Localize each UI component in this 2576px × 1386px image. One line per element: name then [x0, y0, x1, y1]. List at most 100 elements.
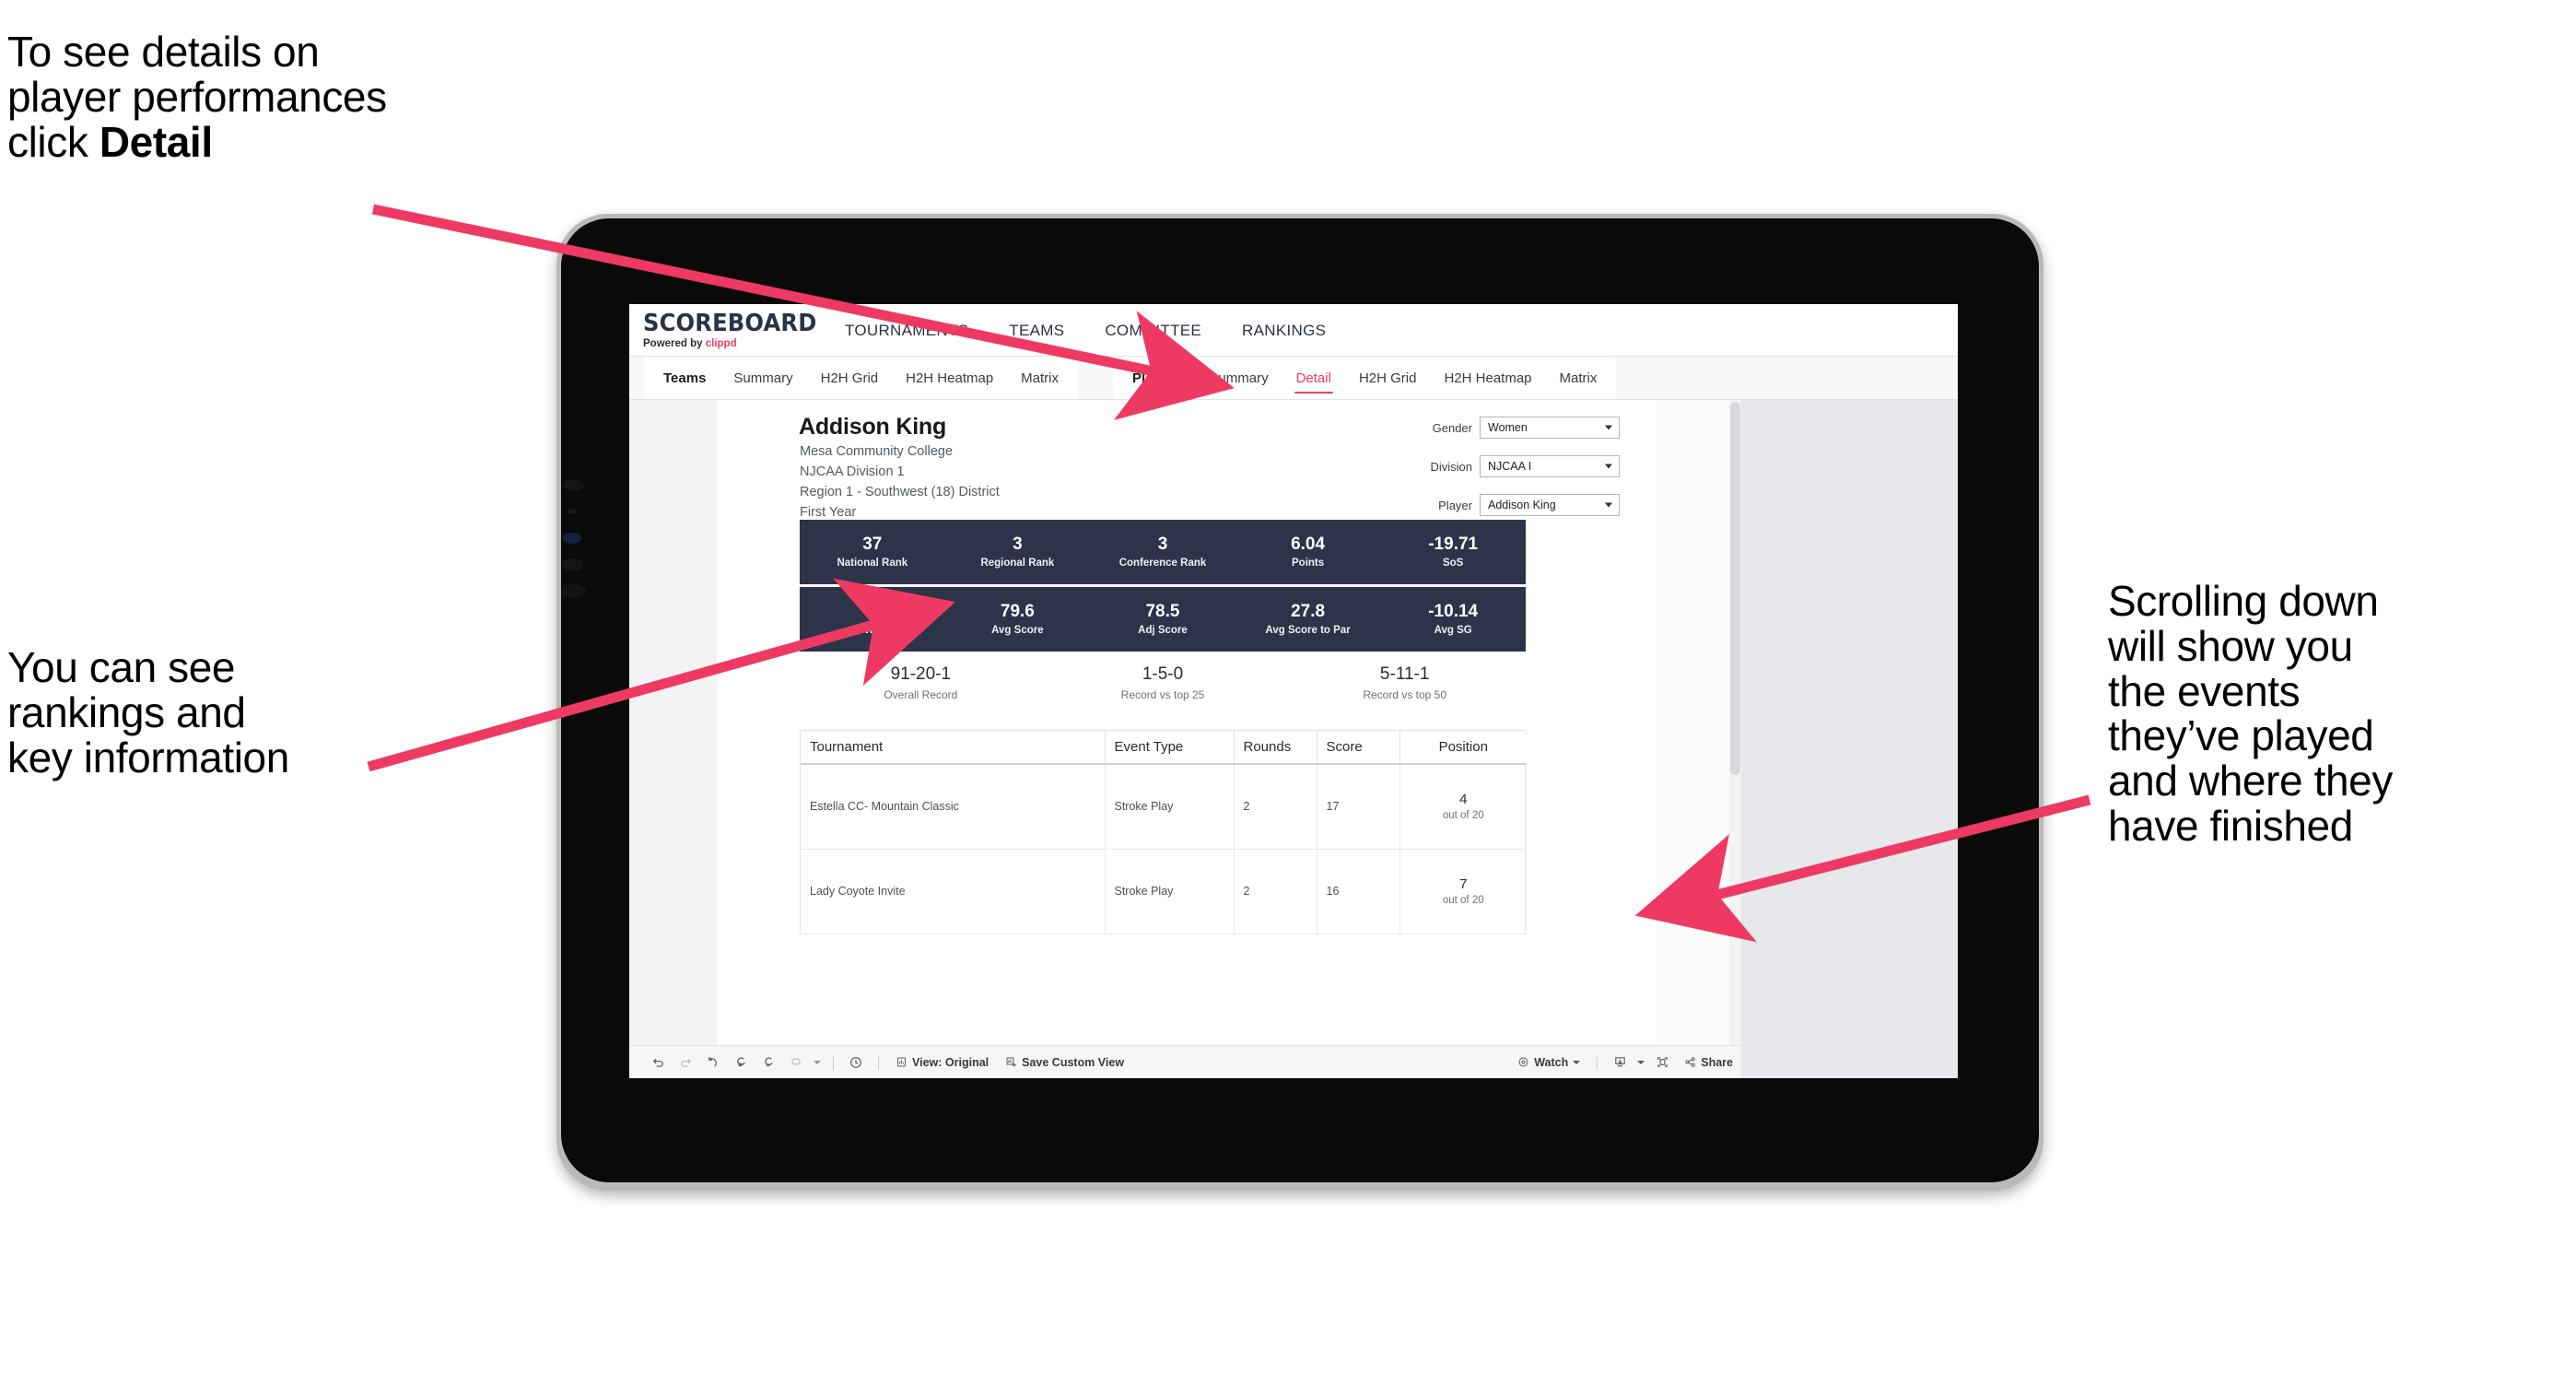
- division-filter-label: Division: [1430, 459, 1472, 474]
- share-button[interactable]: Share: [1676, 1056, 1741, 1069]
- view-original-label: View: Original: [912, 1055, 989, 1069]
- record-vs-top-25: 1-5-0 Record vs top 25: [1042, 664, 1284, 711]
- gender-filter-select[interactable]: Women: [1480, 417, 1620, 439]
- download-icon[interactable]: [1606, 1051, 1633, 1075]
- pause-updates-icon[interactable]: [755, 1051, 782, 1075]
- records-row: 91-20-1 Overall Record 1-5-0 Record vs t…: [800, 664, 1526, 711]
- annotation-top-left: To see details on player performances cl…: [7, 29, 597, 164]
- tablet-camera-icon: [563, 533, 581, 544]
- players-tab-group: Players Summary Detail H2H Grid H2H Heat…: [1113, 357, 1617, 400]
- stat-sos: -19.71 SoS: [1380, 520, 1526, 584]
- revert-icon[interactable]: [699, 1051, 727, 1075]
- player-year: First Year: [800, 505, 857, 520]
- nav-item-teams[interactable]: TEAMS: [989, 316, 1084, 346]
- annotation-line: player performances: [7, 72, 387, 121]
- watch-label: Watch: [1534, 1055, 1569, 1069]
- stat-label: Adj Score: [1138, 625, 1188, 637]
- stat-label: Conference Rank: [1118, 558, 1207, 570]
- annotation-line: Scrolling down: [2108, 577, 2379, 625]
- tab-teams-matrix[interactable]: Matrix: [1007, 357, 1072, 400]
- toolbar-divider: [1597, 1054, 1598, 1070]
- tab-players-h2h-grid[interactable]: H2H Grid: [1345, 357, 1431, 400]
- scoreboard-logo[interactable]: SCOREBOARD Powered by clippd: [629, 311, 816, 349]
- gender-filter-label: Gender: [1432, 420, 1472, 435]
- dashboard-sheet: Addison King Mesa Community College NJCA…: [629, 400, 1741, 1078]
- stat-value: 3: [1157, 534, 1168, 554]
- dashboard-left-gutter: [629, 400, 717, 1045]
- stat-value: -19.71: [1428, 534, 1479, 554]
- annotation-line: key information: [7, 733, 289, 781]
- stat-value: 37: [862, 534, 883, 554]
- player-header: Addison King Mesa Community College NJCA…: [717, 411, 1657, 520]
- player-name: Addison King: [799, 414, 947, 440]
- tab-teams-h2h-heatmap[interactable]: H2H Heatmap: [892, 357, 1007, 400]
- stat-label: Points: [1292, 558, 1325, 570]
- position-field-size: out of 20: [1442, 895, 1484, 906]
- annotation-emphasis: Detail: [99, 117, 213, 166]
- tablet-sensor-icon: [562, 584, 586, 598]
- gender-filter-value: Women: [1488, 421, 1528, 434]
- record-label: Overall Record: [884, 688, 958, 701]
- tablet-sensor-icon: [564, 479, 584, 491]
- tab-teams-h2h-grid[interactable]: H2H Grid: [807, 357, 893, 400]
- record-value: 91-20-1: [890, 664, 952, 684]
- top-nav-items: TOURNAMENTS TEAMS COMMITTEE RANKINGS: [825, 316, 1346, 346]
- pause-auto-updates-icon[interactable]: [842, 1051, 870, 1075]
- tab-players-matrix[interactable]: Matrix: [1546, 357, 1611, 400]
- stat-wins: 0 Wins: [800, 587, 945, 652]
- presentation-dropdown-caret-icon[interactable]: [810, 1051, 825, 1075]
- position-value: 7: [1459, 876, 1468, 892]
- player-filter-select[interactable]: Addison King: [1480, 494, 1620, 516]
- tab-players-h2h-heatmap[interactable]: H2H Heatmap: [1430, 357, 1545, 400]
- tournament-results-table: Tournament Event Type Rounds Score Posit…: [800, 730, 1527, 934]
- column-header-tournament[interactable]: Tournament: [801, 731, 1106, 765]
- chevron-down-icon: [1573, 1060, 1581, 1064]
- tableau-toolbar: View: Original Save Custom View Watch Sh…: [629, 1045, 1741, 1078]
- cell-rounds: 2: [1234, 764, 1317, 850]
- download-dropdown-caret-icon[interactable]: [1633, 1051, 1648, 1075]
- division-filter-select[interactable]: NJCAA I: [1480, 455, 1620, 477]
- record-value: 5-11-1: [1379, 664, 1430, 684]
- dashboard-scrollbar-thumb[interactable]: [1730, 402, 1740, 775]
- tab-teams-summary[interactable]: Summary: [720, 357, 806, 400]
- position-value: 4: [1459, 792, 1468, 808]
- chevron-down-icon: [1605, 425, 1612, 430]
- watch-button[interactable]: Watch: [1509, 1056, 1588, 1069]
- toolbar-divider: [878, 1054, 879, 1070]
- full-screen-icon[interactable]: [1648, 1051, 1676, 1075]
- cell-tournament: Estella CC- Mountain Classic: [801, 764, 1106, 850]
- annotation-line: and where they: [2108, 757, 2393, 805]
- stats-row-secondary: 0 Wins 79.6 Avg Score 78.5 Adj Score 27.…: [800, 587, 1526, 652]
- table-row[interactable]: Lady Coyote Invite Stroke Play 2 16 7 ou…: [801, 849, 1527, 934]
- refresh-data-icon[interactable]: [727, 1051, 755, 1075]
- column-header-event-type[interactable]: Event Type: [1105, 731, 1235, 765]
- stat-label: Avg Score: [991, 625, 1044, 637]
- annotation-mid-left: You can see rankings and key information: [7, 645, 486, 780]
- table-row[interactable]: Estella CC- Mountain Classic Stroke Play…: [801, 764, 1527, 850]
- stat-label: SoS: [1442, 558, 1464, 570]
- gender-filter: Gender Women: [1411, 417, 1620, 439]
- view-original-button[interactable]: View: Original: [887, 1056, 997, 1069]
- toolbar-divider: [833, 1054, 834, 1070]
- column-header-position[interactable]: Position: [1399, 731, 1527, 765]
- tab-players[interactable]: Players: [1118, 357, 1195, 400]
- undo-icon[interactable]: [644, 1051, 672, 1075]
- tab-players-summary[interactable]: Summary: [1195, 357, 1282, 400]
- redo-icon[interactable]: [672, 1051, 699, 1075]
- position-field-size: out of 20: [1442, 810, 1484, 822]
- column-header-rounds[interactable]: Rounds: [1234, 731, 1317, 765]
- stat-value: 3: [1013, 534, 1023, 554]
- logo-subtext: Powered by clippd: [643, 338, 814, 349]
- annotation-line: click Detail: [7, 117, 597, 166]
- presentation-mode-icon[interactable]: [782, 1051, 810, 1075]
- tab-players-detail[interactable]: Detail: [1282, 357, 1345, 400]
- column-header-score[interactable]: Score: [1317, 731, 1400, 765]
- annotation-line: You can see: [7, 643, 236, 691]
- tab-teams[interactable]: Teams: [650, 357, 720, 400]
- nav-item-tournaments[interactable]: TOURNAMENTS: [825, 316, 989, 346]
- save-custom-view-button[interactable]: Save Custom View: [997, 1056, 1132, 1069]
- player-division: NJCAA Division 1: [800, 464, 905, 479]
- nav-item-committee[interactable]: COMMITTEE: [1084, 316, 1222, 346]
- stat-value: -10.14: [1428, 601, 1479, 621]
- nav-item-rankings[interactable]: RANKINGS: [1222, 316, 1346, 346]
